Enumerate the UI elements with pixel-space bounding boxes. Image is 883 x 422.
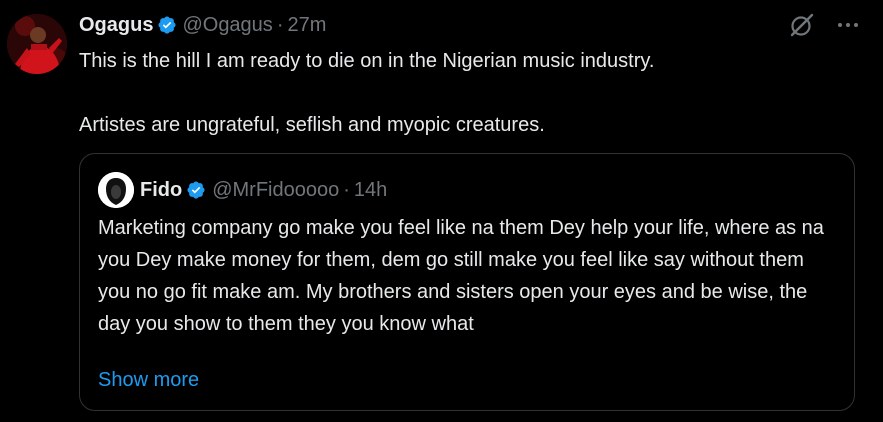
quoted-tweet[interactable]: Fido @MrFidooooo · 14h Marketing company… [79, 153, 855, 411]
quoted-author-handle[interactable]: @MrFidooooo [212, 179, 339, 202]
tweet-timestamp[interactable]: 27m [287, 14, 326, 37]
tweet-text: This is the hill I am ready to die on in… [79, 50, 655, 136]
verified-badge-icon [186, 180, 206, 200]
quoted-author-name[interactable]: Fido [140, 179, 182, 202]
author-handle[interactable]: @Ogagus [182, 14, 272, 37]
verified-badge-icon [157, 15, 177, 35]
more-options-icon[interactable] [837, 12, 859, 38]
tweet-header: Ogagus @Ogagus · 27m [79, 12, 326, 38]
quoted-tweet-text: Marketing company go make you feel like … [98, 217, 824, 335]
tweet-actions [789, 12, 859, 38]
author-avatar[interactable] [7, 14, 67, 74]
author-name[interactable]: Ogagus [79, 14, 153, 37]
quoted-tweet-timestamp[interactable]: 14h [354, 179, 387, 202]
tweet[interactable]: Ogagus @Ogagus · 27m This is the hill I … [0, 0, 883, 422]
author-avatar-image [7, 14, 67, 74]
quoted-tweet-header: Fido @MrFidooooo · 14h [98, 172, 387, 208]
separator-dot: · [343, 178, 350, 201]
separator-dot: · [276, 13, 284, 36]
grok-icon[interactable] [789, 12, 815, 38]
show-more-link[interactable]: Show more [98, 364, 199, 396]
quoted-avatar-image [98, 172, 134, 208]
quoted-author-avatar[interactable] [98, 172, 134, 208]
